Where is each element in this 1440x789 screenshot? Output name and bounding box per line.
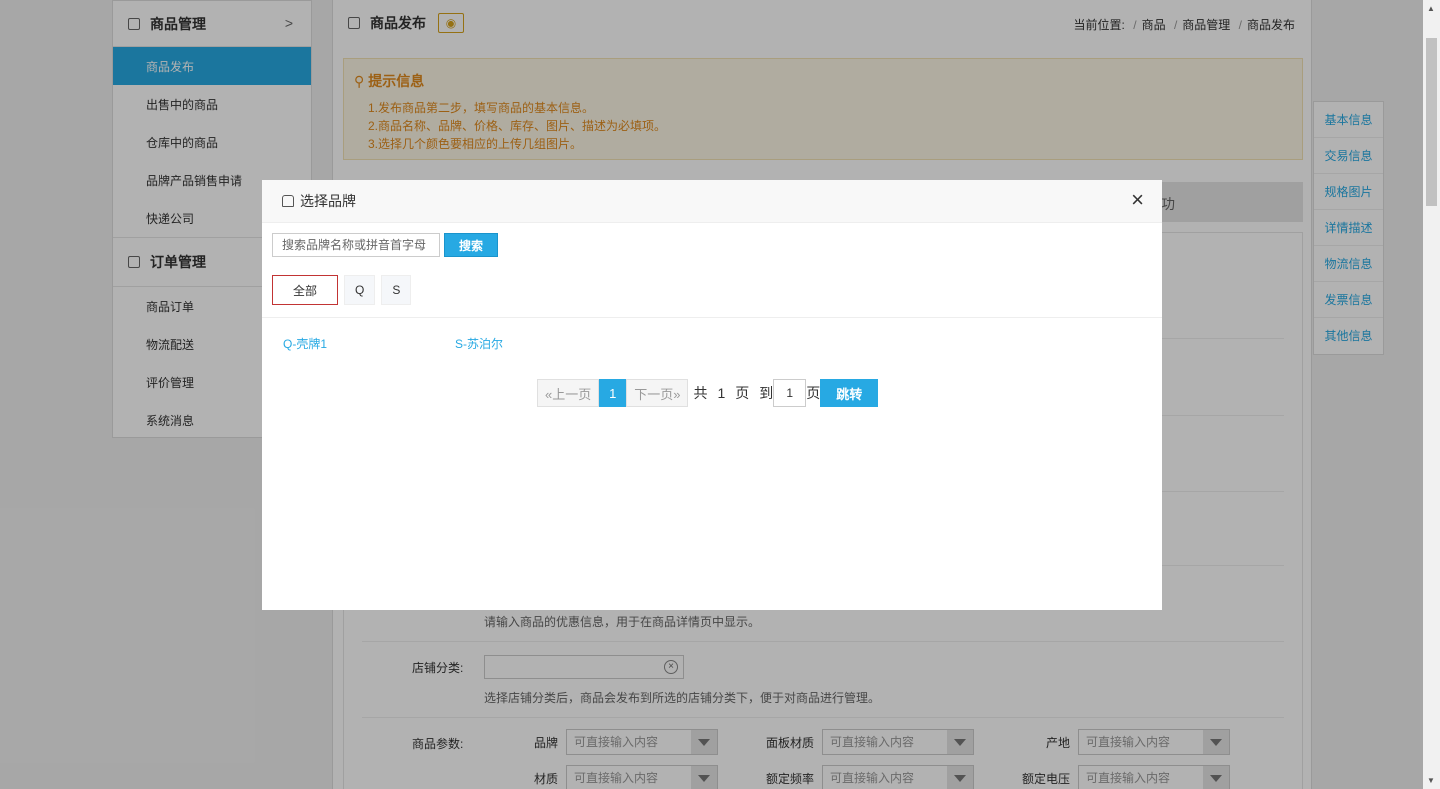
- brand-item[interactable]: S-苏泊尔: [455, 335, 503, 352]
- brand-select-dialog: 选择品牌 × 搜索 全部 Q S Q-壳牌1 S-苏泊尔 «上一页 1 下一页»…: [262, 180, 1162, 610]
- next-page-button[interactable]: 下一页»: [626, 379, 689, 407]
- prev-page-button[interactable]: «上一页: [537, 379, 600, 407]
- brand-search-input[interactable]: [272, 233, 440, 257]
- scroll-up-icon[interactable]: ▲: [1427, 4, 1435, 13]
- dialog-title: 选择品牌: [300, 193, 356, 209]
- goto-page-input[interactable]: [773, 379, 807, 407]
- total-prefix: 共: [693, 385, 708, 401]
- close-icon[interactable]: ×: [1131, 189, 1144, 211]
- brand-icon: [282, 195, 294, 207]
- total-suffix: 页: [735, 385, 750, 401]
- letter-filter-q[interactable]: Q: [344, 275, 376, 305]
- dialog-header: 选择品牌 ×: [262, 180, 1162, 223]
- page-scrollbar[interactable]: ▲ ▼: [1423, 0, 1440, 789]
- goto-page-button[interactable]: 跳转: [820, 379, 879, 407]
- brand-search: 搜索: [272, 233, 498, 257]
- search-button[interactable]: 搜索: [444, 233, 498, 257]
- divider: [262, 317, 1162, 318]
- pagination: «上一页 1 下一页» 共 1 页 到 页 跳转: [537, 379, 879, 407]
- scroll-thumb[interactable]: [1426, 38, 1437, 206]
- total-pages: 1: [717, 385, 726, 401]
- brand-item[interactable]: Q-壳牌1: [283, 335, 327, 352]
- letter-filter-s[interactable]: S: [381, 275, 412, 305]
- letter-filter: 全部 Q S: [272, 275, 417, 305]
- scroll-down-icon[interactable]: ▼: [1427, 776, 1435, 785]
- letter-filter-all[interactable]: 全部: [272, 275, 338, 305]
- goto-prefix: 到: [759, 385, 774, 401]
- page-number-current[interactable]: 1: [599, 379, 627, 407]
- goto-suffix: 页: [806, 385, 821, 401]
